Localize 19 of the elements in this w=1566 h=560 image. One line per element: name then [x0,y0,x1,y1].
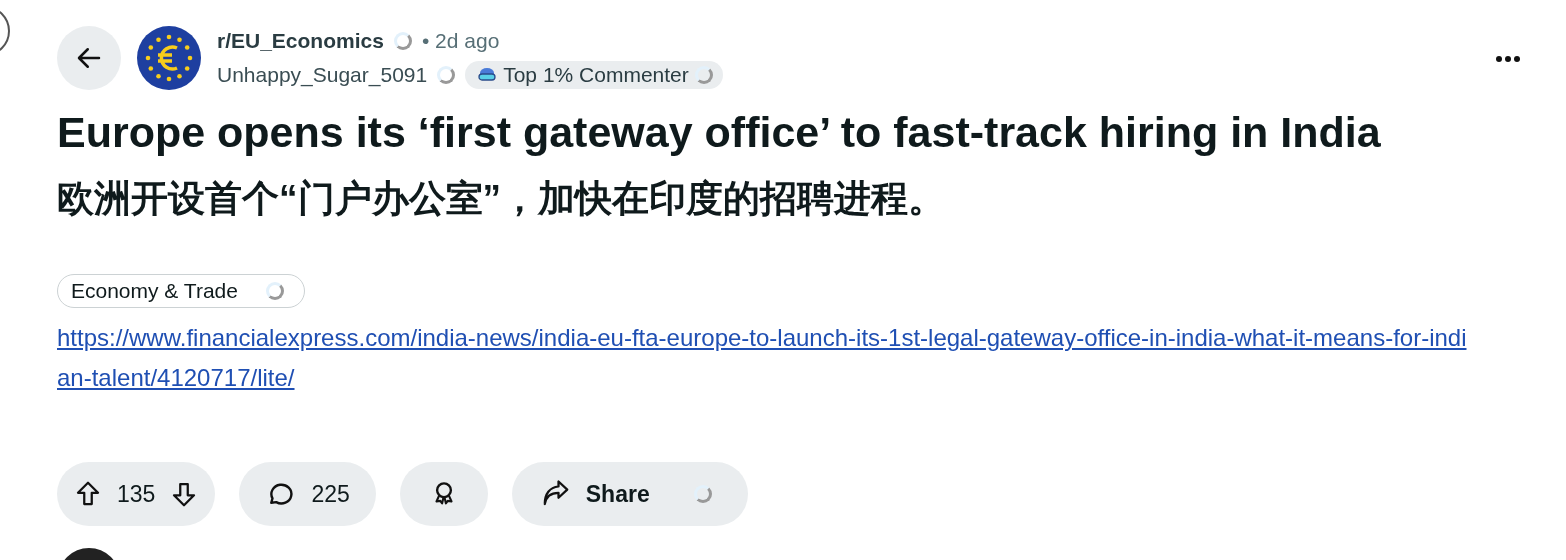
loading-spinner-icon [393,32,412,50]
post-title: Europe opens its ‘first gateway office’ to fast-track hiring in India [57,107,1382,158]
subreddit-name[interactable]: r/EU_Economics [217,29,384,53]
loading-spinner-icon [693,485,712,503]
goggles-icon [477,66,498,84]
flair-label: Economy & Trade [71,279,238,303]
subreddit-avatar-icon[interactable] [137,26,201,90]
loading-spinner-icon [265,282,284,300]
post-time: • 2d ago [421,29,500,53]
more-icon [1495,54,1521,63]
badge-label: Top 1% Commenter [503,63,689,87]
share-button[interactable]: Share [511,462,748,526]
loading-spinner-icon [437,66,456,84]
vote-count: 135 [117,480,156,508]
comments-button[interactable]: 225 [239,462,376,526]
post-title-translation: 欧洲开设首个“门户办公室”，加快在印度的招聘进程。 [57,177,946,221]
post-link[interactable]: https://www.financialexpress.com/india-news/india-eu-fta-europe-to-launch-its-1st-legal-gateway-office-in-india-what-it-means-for-indian-talent/4120717/lite/ [57,318,1477,398]
author-name[interactable]: Unhappy_Sugar_5091 [217,63,428,87]
loading-spinner-icon [694,66,713,84]
